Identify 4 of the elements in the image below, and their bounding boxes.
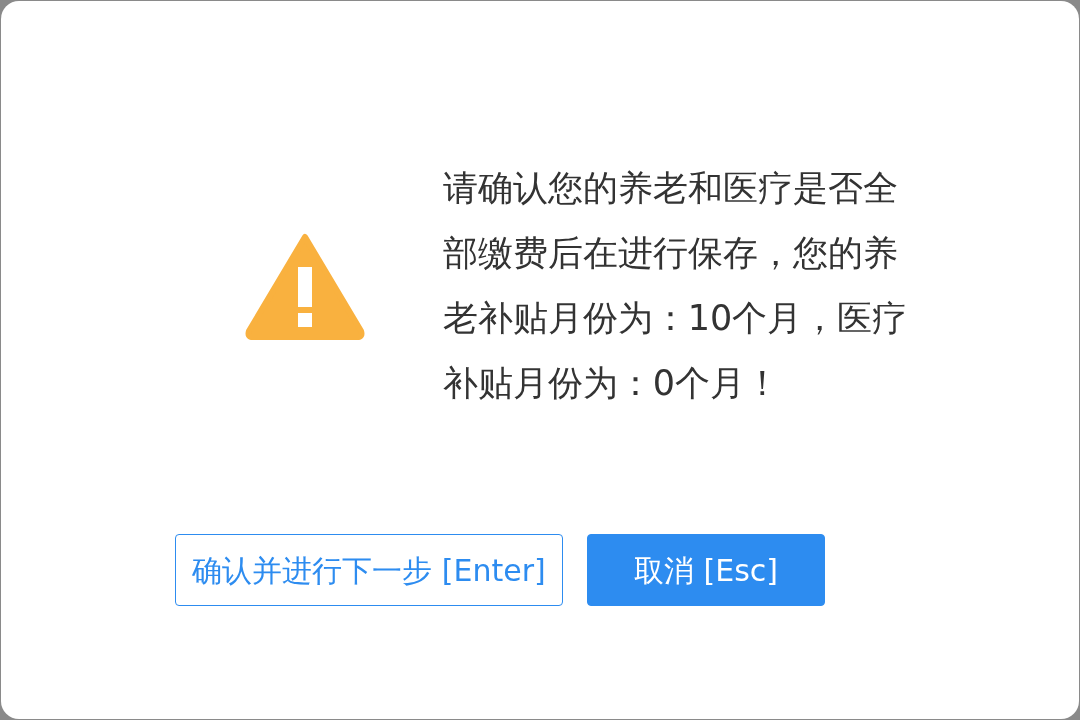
cancel-button[interactable]: 取消 [Esc] <box>587 534 825 606</box>
warning-icon <box>244 231 365 341</box>
message-text: 请确认您的养老和医疗是否全部缴费后在进行保存，您的养老补贴月份为：10个月，医疗补贴月份为：0个月！ <box>442 167 909 405</box>
confirm-button[interactable]: 确认并进行下一步 [Enter] <box>175 534 563 606</box>
